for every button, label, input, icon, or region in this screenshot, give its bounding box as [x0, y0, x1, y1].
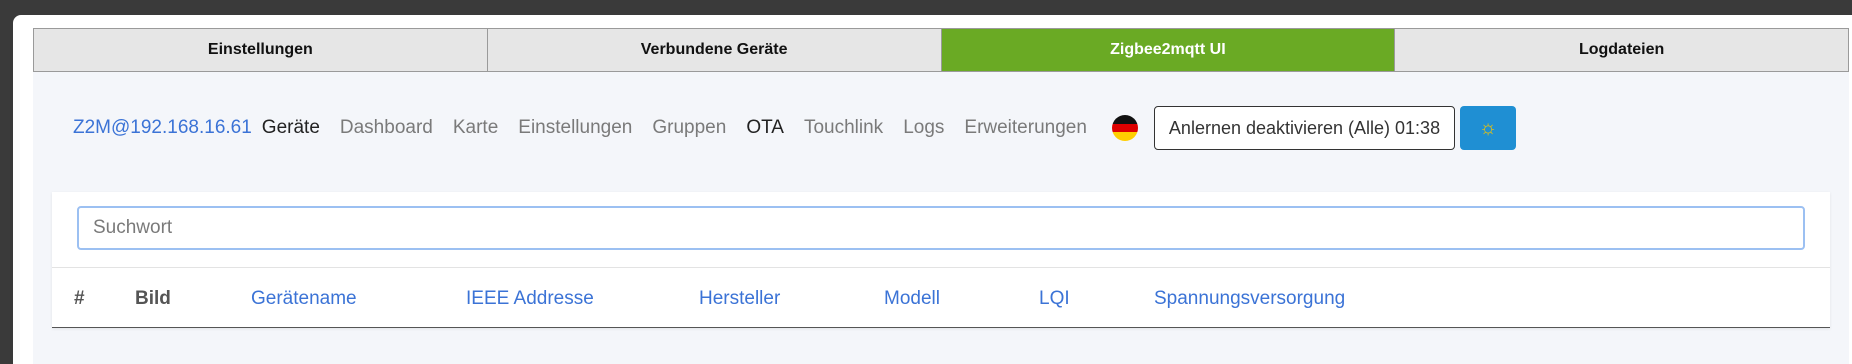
- nav-item-logs[interactable]: Logs: [903, 117, 944, 139]
- column-header-hersteller[interactable]: Hersteller: [699, 288, 780, 310]
- nav-row: Z2M@192.168.16.61 Geräte Dashboard Karte…: [73, 106, 1517, 150]
- nav-item-dashboard[interactable]: Dashboard: [340, 117, 433, 139]
- column-header-lqi[interactable]: LQI: [1039, 288, 1070, 310]
- nav-item-gruppen[interactable]: Gruppen: [652, 117, 726, 139]
- tab-logdateien[interactable]: Logdateien: [1395, 29, 1848, 71]
- column-header-ieee-addresse[interactable]: IEEE Addresse: [466, 288, 594, 310]
- column-header-bild: Bild: [135, 288, 171, 309]
- sun-icon: ☼: [1478, 116, 1498, 139]
- browser-window: Einstellungen Verbundene Geräte Zigbee2m…: [13, 15, 1852, 364]
- column-header-spannungsversorgung[interactable]: Spannungsversorgung: [1154, 288, 1345, 310]
- column-header-geraetename[interactable]: Gerätename: [251, 288, 357, 310]
- tab-zigbee2mqtt-ui[interactable]: Zigbee2mqtt UI: [941, 29, 1396, 71]
- nav-brand-link[interactable]: Z2M@192.168.16.61: [73, 117, 252, 139]
- theme-toggle-button[interactable]: ☼: [1460, 106, 1517, 150]
- column-header-number: #: [74, 288, 85, 309]
- zigbee2mqtt-app: Z2M@192.168.16.61 Geräte Dashboard Karte…: [33, 72, 1849, 364]
- nav-item-geraete[interactable]: Geräte: [262, 117, 320, 139]
- nav-item-erweiterungen[interactable]: Erweiterungen: [964, 117, 1087, 139]
- nav-item-karte[interactable]: Karte: [453, 117, 498, 139]
- table-header-row: # Bild Gerätename IEEE Addresse Herstell…: [52, 268, 1830, 327]
- permit-join-button[interactable]: Anlernen deaktivieren (Alle) 01:38: [1153, 106, 1456, 150]
- search-input[interactable]: [77, 206, 1805, 250]
- german-flag-icon[interactable]: [1111, 115, 1138, 141]
- nav-item-touchlink[interactable]: Touchlink: [804, 117, 883, 139]
- nav-item-ota[interactable]: OTA: [746, 117, 784, 139]
- column-header-modell[interactable]: Modell: [884, 288, 940, 310]
- nav-item-einstellungen[interactable]: Einstellungen: [518, 117, 632, 139]
- devices-card: # Bild Gerätename IEEE Addresse Herstell…: [52, 192, 1830, 328]
- tab-einstellungen[interactable]: Einstellungen: [34, 29, 488, 71]
- navbar: Z2M@192.168.16.61 Geräte Dashboard Karte…: [33, 72, 1849, 171]
- top-tab-bar: Einstellungen Verbundene Geräte Zigbee2m…: [33, 28, 1849, 72]
- tab-verbundene-geraete[interactable]: Verbundene Geräte: [487, 29, 942, 71]
